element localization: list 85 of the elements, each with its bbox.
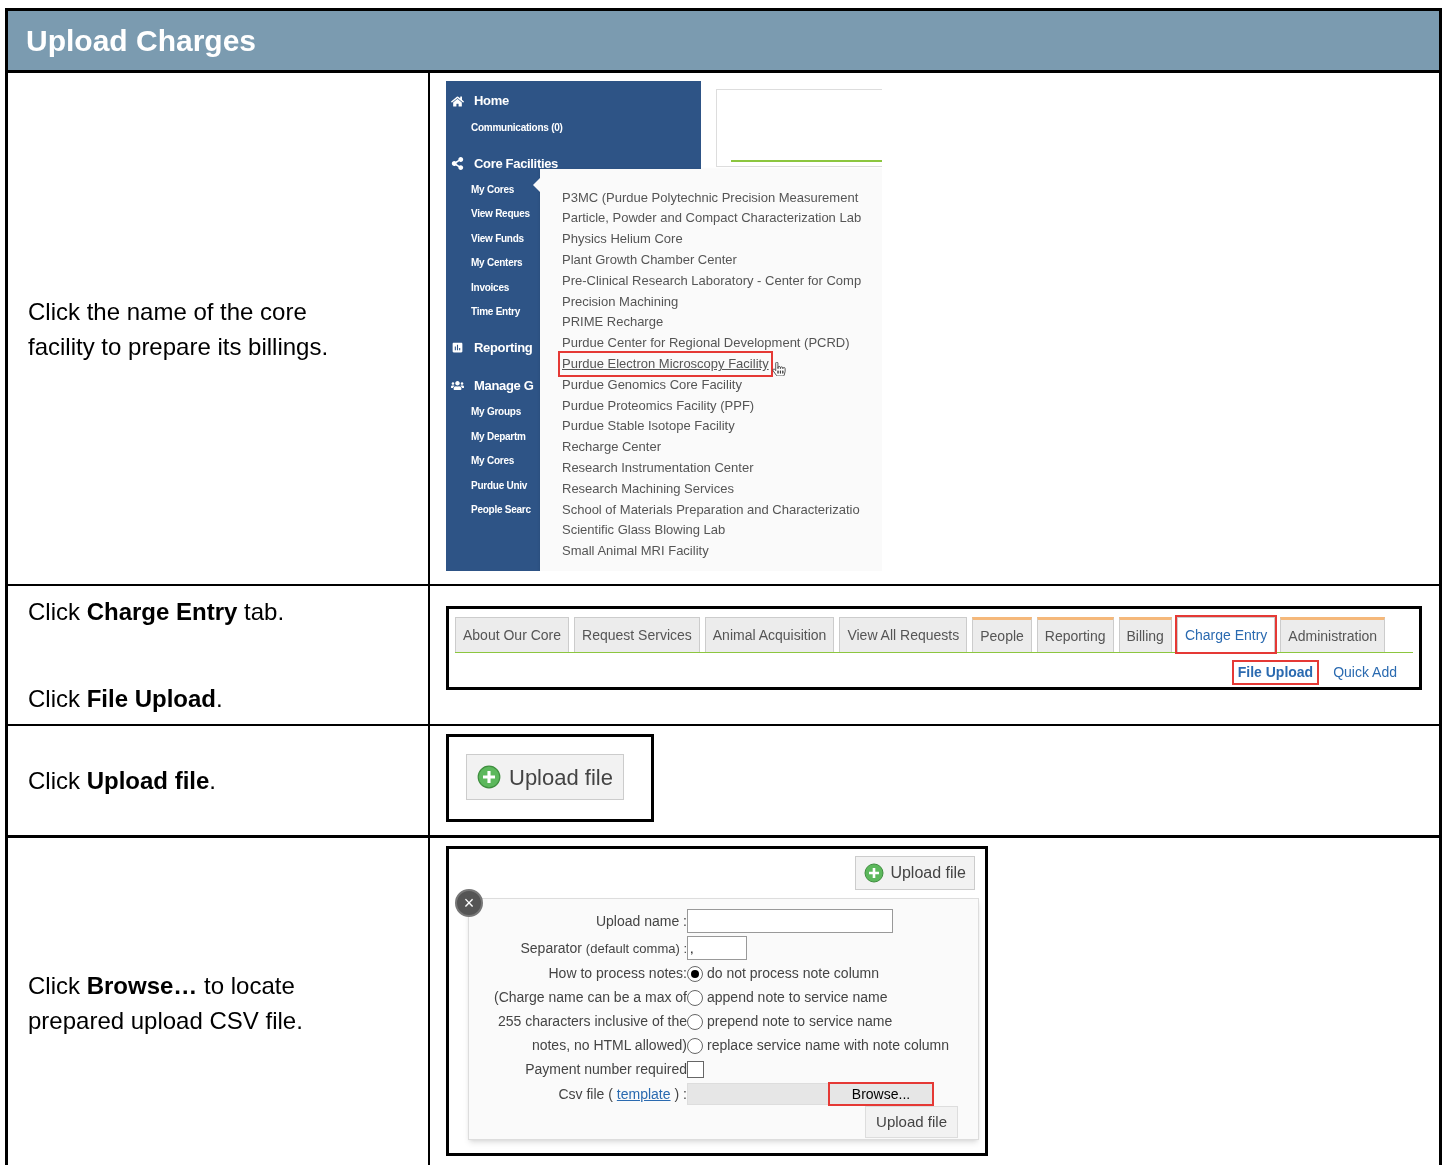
hand-cursor-icon (771, 361, 786, 376)
tab[interactable]: People (972, 617, 1032, 652)
dropdown-item[interactable]: P3MC (Purdue Polytechnic Precision Measurement (561, 187, 860, 208)
separator-input[interactable]: , (687, 936, 747, 960)
sidebar-heading[interactable]: Manage G (474, 376, 534, 396)
sidebar-item[interactable]: My Departm (471, 428, 526, 444)
dropdown-item[interactable]: Recharge Center (561, 437, 662, 457)
browse-button[interactable]: Browse... (830, 1084, 932, 1104)
tab[interactable]: View All Requests (839, 617, 968, 652)
plus-circle-icon (477, 765, 501, 789)
sidebar-item[interactable]: Purdue Univ (471, 477, 528, 493)
dropdown-item[interactable]: Pre-Clinical Research Laboratory - Center for Comp (561, 270, 863, 291)
field-label: Separator (default comma) : (519, 938, 687, 958)
field-label: ) : (674, 1084, 687, 1104)
radio-button[interactable] (687, 989, 703, 1006)
radio-button[interactable] (687, 1037, 703, 1054)
sidebar-heading[interactable]: Core Facilities (474, 153, 558, 174)
dropdown-item[interactable]: Physics Helium Core (561, 229, 684, 249)
sidebar-item[interactable]: People Searc (471, 502, 531, 517)
sidebar-item[interactable]: View Funds (471, 230, 524, 246)
sidebar-heading[interactable]: Home (474, 91, 509, 111)
dropdown-item[interactable]: School of Materials Preparation and Characterizatio (561, 499, 861, 520)
dropdown-item[interactable]: Small Animal MRI Facility (561, 541, 710, 561)
tab[interactable]: Reporting (1036, 617, 1114, 652)
dropdown-item[interactable]: Particle, Powder and Compact Characterization Lab (561, 208, 863, 228)
sidebar-item[interactable]: View Reques (471, 206, 530, 222)
dropdown-item[interactable]: Purdue Proteomics Facility (PPF) (561, 395, 756, 416)
instruction-text: Click Charge Entry tab. (28, 597, 286, 627)
page-title: Upload Charges (26, 23, 257, 59)
section-icon (451, 156, 464, 170)
dropdown-item[interactable]: Research Instrumentation Center (561, 458, 755, 478)
dropdown-item[interactable]: Purdue Genomics Core Facility (561, 374, 743, 395)
radio-label: append note to service name (707, 988, 888, 1007)
tab[interactable]: Billing (1118, 617, 1172, 652)
tab[interactable]: About Our Core (455, 617, 570, 652)
sidebar-item[interactable]: My Cores (471, 182, 514, 198)
radio-label: prepend note to service name (707, 1012, 893, 1031)
plus-circle-icon (864, 863, 885, 883)
sidebar-item[interactable]: My Centers (471, 255, 523, 271)
upload-file-button[interactable]: Upload file (865, 1106, 958, 1138)
radio-label: do not process note column (707, 964, 879, 983)
tab[interactable]: Request Services (574, 617, 700, 652)
sidebar-item[interactable]: Communications (0) (471, 119, 563, 135)
sidebar-heading[interactable]: Reporting (474, 338, 533, 358)
sidebar-item[interactable]: My Cores (471, 453, 514, 469)
section-icon (451, 379, 464, 393)
upload-name-input[interactable] (687, 909, 893, 933)
checkbox[interactable] (687, 1061, 704, 1078)
upload-file-button[interactable]: Upload file (855, 856, 975, 890)
field-label: Csv file ( (558, 1084, 613, 1104)
sidebar-item[interactable]: Time Entry (471, 304, 520, 320)
field-label: Payment number required (524, 1060, 687, 1079)
instruction-text: Click the name of the core facility to prepare its billings. (28, 296, 330, 362)
instruction-text: Click Browse… to locate prepared upload CSV file. (28, 971, 304, 1036)
upload-file-button[interactable]: Upload file (466, 754, 624, 800)
tab[interactable]: Charge Entry (1176, 617, 1276, 652)
instruction-text: Click Upload file. (28, 766, 217, 796)
field-label: Upload name : (594, 911, 687, 931)
sidebar-item[interactable]: My Groups (471, 404, 521, 420)
section-icon (451, 94, 464, 108)
radio-button[interactable] (687, 965, 703, 982)
field-label: notes, no HTML allowed) (530, 1036, 687, 1055)
dropdown-item[interactable]: Purdue Electron Microscopy Facility (561, 354, 770, 374)
template-link[interactable]: template (616, 1083, 671, 1105)
subtab-link[interactable]: Quick Add (1329, 662, 1401, 683)
subtab-link[interactable]: File Upload (1233, 662, 1318, 683)
field-label: (Charge name can be a max of (493, 988, 687, 1007)
close-button[interactable]: × (455, 889, 483, 917)
dropdown-item[interactable]: Purdue Stable Isotope Facility (561, 416, 736, 436)
file-input[interactable]: Browse... (687, 1083, 933, 1105)
dropdown-item[interactable]: Research Machining Services (561, 478, 735, 499)
section-icon (451, 341, 464, 355)
radio-label: replace service name with note column (707, 1036, 949, 1055)
radio-button[interactable] (687, 1013, 703, 1030)
dropdown-item[interactable]: Precision Machining (561, 291, 680, 312)
dropdown-item[interactable]: Plant Growth Chamber Center (561, 250, 738, 270)
dropdown-item[interactable]: Scientific Glass Blowing Lab (561, 520, 727, 540)
field-label: How to process notes: (547, 964, 687, 983)
instruction-text: Click File Upload. (28, 684, 224, 714)
sidebar-item[interactable]: Invoices (471, 279, 510, 295)
field-label: 255 characters inclusive of the (496, 1012, 687, 1031)
dropdown-item[interactable]: PRIME Recharge (561, 312, 665, 332)
dropdown-item[interactable]: Purdue Center for Regional Development (PCRD) (561, 333, 851, 353)
tab[interactable]: Animal Acquisition (704, 617, 835, 652)
tab[interactable]: Administration (1280, 617, 1386, 652)
